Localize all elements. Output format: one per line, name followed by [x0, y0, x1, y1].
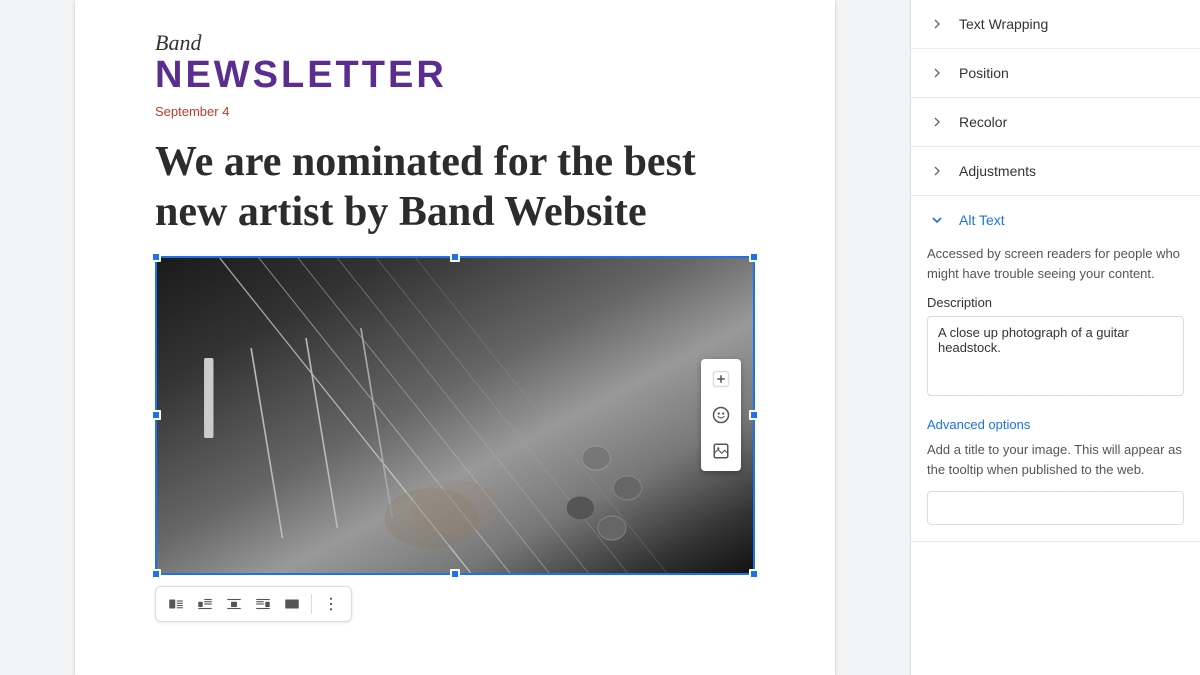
bottom-toolbar-wrapper — [155, 578, 755, 622]
description-textarea[interactable] — [927, 316, 1184, 396]
newsletter-script-title: Band — [155, 30, 755, 56]
right-panel: Text Wrapping Position Recolor — [910, 0, 1200, 675]
add-button[interactable] — [705, 363, 737, 395]
adjustments-row[interactable]: Adjustments — [911, 147, 1200, 195]
recolor-section: Recolor — [911, 98, 1200, 147]
image-selection-wrapper[interactable] — [155, 256, 755, 575]
handle-bottom-right[interactable] — [749, 569, 759, 579]
wrap-inline-button[interactable] — [191, 590, 219, 618]
wrap-full-button[interactable] — [278, 590, 306, 618]
text-wrapping-row[interactable]: Text Wrapping — [911, 0, 1200, 48]
handle-left-center[interactable] — [151, 410, 161, 420]
recolor-label: Recolor — [959, 114, 1184, 130]
newsletter-main-title: NEWSLETTER — [155, 56, 755, 94]
wrap-right-button[interactable] — [249, 590, 277, 618]
guitar-strings-svg — [157, 258, 753, 573]
recolor-row[interactable]: Recolor — [911, 98, 1200, 146]
handle-top-left[interactable] — [151, 252, 161, 262]
handle-right-center[interactable] — [749, 410, 759, 420]
alt-text-description: Accessed by screen readers for people wh… — [927, 244, 1184, 283]
position-section: Position — [911, 49, 1200, 98]
image-float-toolbar — [701, 359, 741, 471]
text-wrapping-chevron-icon — [927, 14, 947, 34]
newsletter-headline: We are nominated for the best new artist… — [155, 137, 755, 238]
guitar-image — [157, 258, 753, 573]
position-chevron-icon — [927, 63, 947, 83]
newsletter-date: September 4 — [155, 104, 755, 119]
position-label: Position — [959, 65, 1184, 81]
doc-page: Band NEWSLETTER September 4 We are nomin… — [75, 0, 835, 675]
more-options-button[interactable] — [317, 590, 345, 618]
image-align-toolbar — [155, 586, 352, 622]
handle-bottom-left[interactable] — [151, 569, 161, 579]
toolbar-separator — [311, 594, 312, 614]
recolor-chevron-icon — [927, 112, 947, 132]
emoji-button[interactable] — [705, 399, 737, 431]
image-button[interactable] — [705, 435, 737, 467]
adjustments-section: Adjustments — [911, 147, 1200, 196]
handle-top-right[interactable] — [749, 252, 759, 262]
alt-text-row[interactable]: Alt Text — [927, 196, 1184, 244]
adjustments-label: Adjustments — [959, 163, 1184, 179]
image-container[interactable] — [155, 256, 755, 622]
document-area: Band NEWSLETTER September 4 We are nomin… — [0, 0, 910, 675]
wrap-center-button[interactable] — [220, 590, 248, 618]
handle-top-center[interactable] — [450, 252, 460, 262]
description-field-label: Description — [927, 295, 1184, 310]
wrap-none-button[interactable] — [162, 590, 190, 618]
adjustments-chevron-icon — [927, 161, 947, 181]
text-wrapping-label: Text Wrapping — [959, 16, 1184, 32]
advanced-options-description: Add a title to your image. This will app… — [927, 440, 1184, 479]
image-title-input[interactable] — [927, 491, 1184, 525]
alt-text-section: Alt Text Accessed by screen readers for … — [911, 196, 1200, 542]
position-row[interactable]: Position — [911, 49, 1200, 97]
alt-text-title: Alt Text — [959, 212, 1005, 228]
text-wrapping-section: Text Wrapping — [911, 0, 1200, 49]
alt-text-chevron-icon — [927, 210, 947, 230]
handle-bottom-center[interactable] — [450, 569, 460, 579]
advanced-options-link[interactable]: Advanced options — [927, 417, 1184, 432]
